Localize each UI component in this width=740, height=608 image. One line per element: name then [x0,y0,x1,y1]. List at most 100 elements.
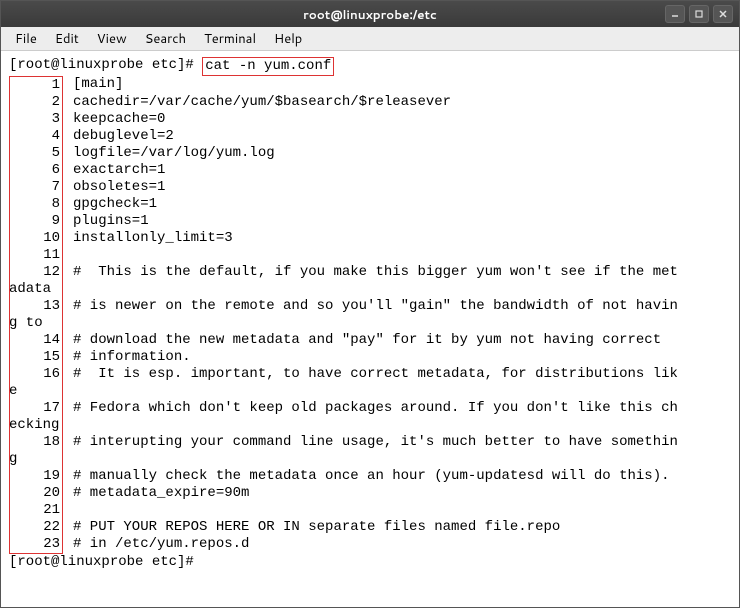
wrap-filler [63,417,81,434]
output-line: 8gpgcheck=1 [9,196,731,213]
line-text [63,502,81,519]
minimize-icon [670,9,680,19]
line-text: # in /etc/yum.repos.d [63,536,249,554]
output-line: 16# It is esp. important, to have correc… [9,366,731,383]
wrap-line: ecking [9,417,731,434]
output-line: 3keepcache=0 [9,111,731,128]
wrap-line: e [9,383,731,400]
line-text: cachedir=/var/cache/yum/$basearch/$relea… [63,94,451,111]
output-line: 23# in /etc/yum.repos.d [9,536,731,554]
output-line: 17# Fedora which don't keep old packages… [9,400,731,417]
line-number: 9 [9,213,63,230]
line-text: # is newer on the remote and so you'll "… [63,298,678,315]
line-number: 2 [9,94,63,111]
line-text: # PUT YOUR REPOS HERE OR IN separate fil… [63,519,560,536]
prompt: [root@linuxprobe etc]# [9,554,194,571]
line-number: 19 [9,468,63,485]
output-line: 7obsoletes=1 [9,179,731,196]
wrap-text: g [9,451,17,468]
command-highlight: cat -n yum.conf [202,57,334,76]
line-number: 23 [9,536,63,554]
titlebar: root@linuxprobe:/etc [1,1,739,27]
line-text: gpgcheck=1 [63,196,157,213]
wrap-text: ecking [9,417,59,434]
output-line: 10installonly_limit=3 [9,230,731,247]
close-icon [718,9,728,19]
wrap-line: g to [9,315,731,332]
menu-terminal[interactable]: Terminal [196,28,264,50]
wrap-filler [63,281,81,298]
line-text: # It is esp. important, to have correct … [63,366,678,383]
close-button[interactable] [713,5,733,23]
window-controls [665,5,733,23]
line-number: 7 [9,179,63,196]
prompt: [root@linuxprobe etc]# [9,57,202,76]
menu-search[interactable]: Search [137,28,194,50]
line-number: 14 [9,332,63,349]
output-line: 14# download the new metadata and "pay" … [9,332,731,349]
wrap-text: g to [9,315,43,332]
wrap-filler [63,383,81,400]
line-number: 21 [9,502,63,519]
line-text: [main] [63,76,123,94]
terminal-output[interactable]: [root@linuxprobe etc]# cat -n yum.conf1[… [1,51,739,607]
line-text: exactarch=1 [63,162,165,179]
output-line: 2cachedir=/var/cache/yum/$basearch/$rele… [9,94,731,111]
line-number: 4 [9,128,63,145]
output-line: 5logfile=/var/log/yum.log [9,145,731,162]
output-line: 19# manually check the metadata once an … [9,468,731,485]
wrap-filler [63,451,81,468]
wrap-text: e [9,383,17,400]
line-text: installonly_limit=3 [63,230,233,247]
menubar: File Edit View Search Terminal Help [1,27,739,51]
wrap-filler [63,315,81,332]
output-line: 22# PUT YOUR REPOS HERE OR IN separate f… [9,519,731,536]
line-number: 10 [9,230,63,247]
line-number: 17 [9,400,63,417]
line-number: 20 [9,485,63,502]
output-line: 21 [9,502,731,519]
window-title: root@linuxprobe:/etc [303,6,437,23]
line-text: # information. [63,349,191,366]
line-text: # This is the default, if you make this … [63,264,678,281]
output-line: 11 [9,247,731,264]
output-line: 9plugins=1 [9,213,731,230]
line-text: obsoletes=1 [63,179,165,196]
line-text: keepcache=0 [63,111,165,128]
line-number: 13 [9,298,63,315]
line-text: # metadata_expire=90m [63,485,249,502]
line-number: 6 [9,162,63,179]
output-line: 13# is newer on the remote and so you'll… [9,298,731,315]
line-number: 15 [9,349,63,366]
output-line: 18# interupting your command line usage,… [9,434,731,451]
wrap-line: g [9,451,731,468]
line-text [63,247,81,264]
line-number: 5 [9,145,63,162]
terminal-window: root@linuxprobe:/etc File Edit View Sear… [0,0,740,608]
output-line: 15# information. [9,349,731,366]
line-text: # download the new metadata and "pay" fo… [63,332,661,349]
line-text: # Fedora which don't keep old packages a… [63,400,678,417]
maximize-button[interactable] [689,5,709,23]
output-line: 1[main] [9,76,731,94]
line-number: 8 [9,196,63,213]
line-number: 11 [9,247,63,264]
line-number: 12 [9,264,63,281]
menu-edit[interactable]: Edit [47,28,87,50]
menu-view[interactable]: View [89,28,135,50]
wrap-line: adata [9,281,731,298]
line-text: # interupting your command line usage, i… [63,434,678,451]
line-number: 18 [9,434,63,451]
output-line: 12# This is the default, if you make thi… [9,264,731,281]
menu-file[interactable]: File [7,28,45,50]
wrap-text: adata [9,281,51,298]
minimize-button[interactable] [665,5,685,23]
output-line: 4debuglevel=2 [9,128,731,145]
line-number: 1 [9,76,63,94]
line-number: 16 [9,366,63,383]
output-line: 20# metadata_expire=90m [9,485,731,502]
menu-help[interactable]: Help [266,28,310,50]
line-number: 22 [9,519,63,536]
line-text: # manually check the metadata once an ho… [63,468,670,485]
line-text: debuglevel=2 [63,128,174,145]
